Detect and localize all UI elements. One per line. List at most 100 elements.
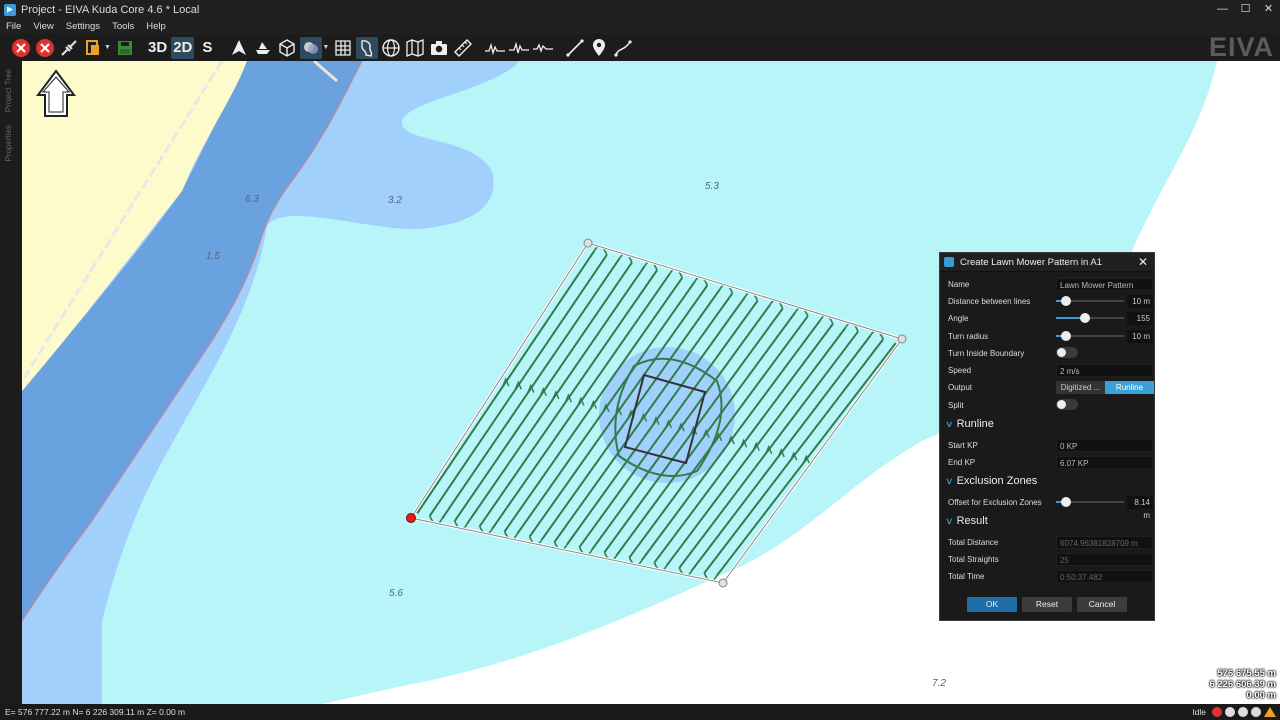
ok-button[interactable]: OK <box>967 597 1017 612</box>
turn-inside-row: Turn Inside Boundary <box>948 346 1148 360</box>
toolbar: ▼ 3D 2D S ▼ <box>0 34 1280 61</box>
stop-red-icon[interactable] <box>10 37 32 59</box>
offset-value[interactable]: 8.14 m <box>1127 495 1153 520</box>
globe-icon[interactable] <box>380 37 402 59</box>
error-status-icon[interactable] <box>1212 707 1222 717</box>
menu-file[interactable]: File <box>6 21 21 32</box>
depth-label: 1.5 <box>206 251 220 262</box>
view-3d-button[interactable]: 3D <box>146 37 169 59</box>
maximize-button[interactable]: ☐ <box>1234 0 1257 19</box>
angle-value[interactable]: 155 <box>1127 311 1153 325</box>
tab-properties[interactable]: Properties <box>4 125 13 161</box>
close-button[interactable]: ✕ <box>1257 0 1280 19</box>
menu-view[interactable]: View <box>33 21 53 32</box>
output-digitized-option[interactable]: Digitized ... <box>1056 380 1105 394</box>
result-section-header[interactable]: ∨ Result <box>945 515 988 527</box>
chart-map-icon[interactable] <box>356 36 379 59</box>
view-2d-button[interactable]: 2D <box>171 36 195 59</box>
warning-icon[interactable] <box>1264 707 1276 717</box>
output-runline-option[interactable]: Runline <box>1105 380 1154 394</box>
offset-label: Offset for Exclusion Zones <box>948 497 1042 507</box>
reset-button[interactable]: Reset <box>1022 597 1072 612</box>
north-arrow-icon[interactable] <box>228 37 250 59</box>
boundary-vertex[interactable] <box>897 334 907 344</box>
speed-row: Speed 2 m/s <box>948 363 1153 377</box>
distance-label: Distance between lines <box>948 296 1031 306</box>
cube-icon[interactable] <box>276 37 298 59</box>
cancel-red-icon[interactable] <box>34 37 56 59</box>
split-toggle[interactable] <box>1056 399 1078 410</box>
menu-tools[interactable]: Tools <box>112 21 134 32</box>
ruler-icon[interactable] <box>452 37 474 59</box>
split-label: Split <box>948 400 964 410</box>
connect-plug-icon[interactable] <box>58 37 80 59</box>
draw-line-icon[interactable] <box>564 37 586 59</box>
open-dropdown-icon[interactable]: ▼ <box>104 44 111 51</box>
boundary-vertex[interactable] <box>583 238 593 248</box>
slider-thumb[interactable] <box>1060 497 1071 507</box>
distance-value[interactable]: 10 m <box>1127 294 1153 308</box>
status-bar: E= 576 777.22 m N= 6 226 309.11 m Z= 0.0… <box>0 704 1280 720</box>
profile-line-icon-3[interactable] <box>532 37 554 59</box>
dialog-title: Create Lawn Mower Pattern in A1 <box>960 256 1103 268</box>
profile-line-icon-2[interactable] <box>508 37 530 59</box>
angle-slider[interactable] <box>1056 311 1124 325</box>
map-icon[interactable] <box>404 37 426 59</box>
start-point[interactable] <box>406 513 416 523</box>
exclusion-section-header[interactable]: ∨ Exclusion Zones <box>945 475 1038 487</box>
exclusion-section-title: Exclusion Zones <box>956 475 1038 487</box>
minimize-button[interactable]: — <box>1211 0 1234 19</box>
runline-section-header[interactable]: ∨ Runline <box>945 418 994 430</box>
total-time-value: 0:50:37.482 <box>1056 569 1153 583</box>
total-straights-label: Total Straights <box>948 554 999 564</box>
boundary-vertex[interactable] <box>718 578 728 588</box>
waypoint-icon[interactable] <box>588 37 610 59</box>
distance-row: Distance between lines 10 m <box>948 294 1153 308</box>
status-indicator-icon[interactable] <box>1238 707 1248 717</box>
camera-icon[interactable] <box>428 37 450 59</box>
status-indicator-icon[interactable] <box>1251 707 1261 717</box>
name-label: Name <box>948 279 970 289</box>
offset-slider[interactable] <box>1056 495 1124 509</box>
total-distance-row: Total Distance 6074.96381828709 m <box>948 535 1153 549</box>
menu-help[interactable]: Help <box>146 21 166 32</box>
output-row: Output Digitized ... Runline <box>948 380 1154 394</box>
angle-label: Angle <box>948 313 969 323</box>
slider-thumb[interactable] <box>1061 331 1072 341</box>
name-input[interactable]: Lawn Mower Pattern <box>1056 277 1153 291</box>
slider-thumb[interactable] <box>1061 296 1072 306</box>
profile-line-icon[interactable] <box>484 37 506 59</box>
start-kp-input[interactable]: 0 KP <box>1056 438 1153 452</box>
chevron-down-icon: ∨ <box>945 475 954 486</box>
layers-dropdown-icon[interactable]: ▼ <box>322 44 329 51</box>
app-icon <box>4 3 16 16</box>
menu-settings[interactable]: Settings <box>66 21 100 32</box>
layers-icon[interactable] <box>300 36 323 59</box>
turn-inside-toggle[interactable] <box>1056 347 1078 358</box>
distance-slider[interactable] <box>1056 294 1124 308</box>
open-project-icon[interactable] <box>82 37 104 59</box>
depth-label: 5.6 <box>389 588 403 599</box>
turn-radius-slider[interactable] <box>1056 329 1124 343</box>
total-time-label: Total Time <box>948 571 985 581</box>
view-s-button[interactable]: S <box>196 37 218 59</box>
turn-radius-value[interactable]: 10 m <box>1127 329 1153 343</box>
runline-section-title: Runline <box>956 418 994 430</box>
end-kp-label: End KP <box>948 457 976 467</box>
grid-icon[interactable] <box>332 37 354 59</box>
depth-label: 3.2 <box>388 195 402 206</box>
vessel-icon[interactable] <box>252 37 274 59</box>
lawn-mower-dialog: Create Lawn Mower Pattern in A1 ✕ Name L… <box>939 252 1155 621</box>
speed-input[interactable]: 2 m/s <box>1056 363 1153 377</box>
save-icon[interactable] <box>114 37 136 59</box>
cancel-button[interactable]: Cancel <box>1077 597 1127 612</box>
total-distance-label: Total Distance <box>948 537 999 547</box>
depth-label: 5.3 <box>705 181 719 192</box>
status-indicator-icon[interactable] <box>1225 707 1235 717</box>
dialog-close-button[interactable]: ✕ <box>1138 255 1148 269</box>
slider-thumb[interactable] <box>1080 313 1091 323</box>
end-kp-input[interactable]: 6.07 KP <box>1056 455 1153 469</box>
menu-bar: File View Settings Tools Help <box>0 19 1280 34</box>
route-icon[interactable] <box>612 37 634 59</box>
tab-project-tree[interactable]: Project Tree <box>4 69 13 112</box>
